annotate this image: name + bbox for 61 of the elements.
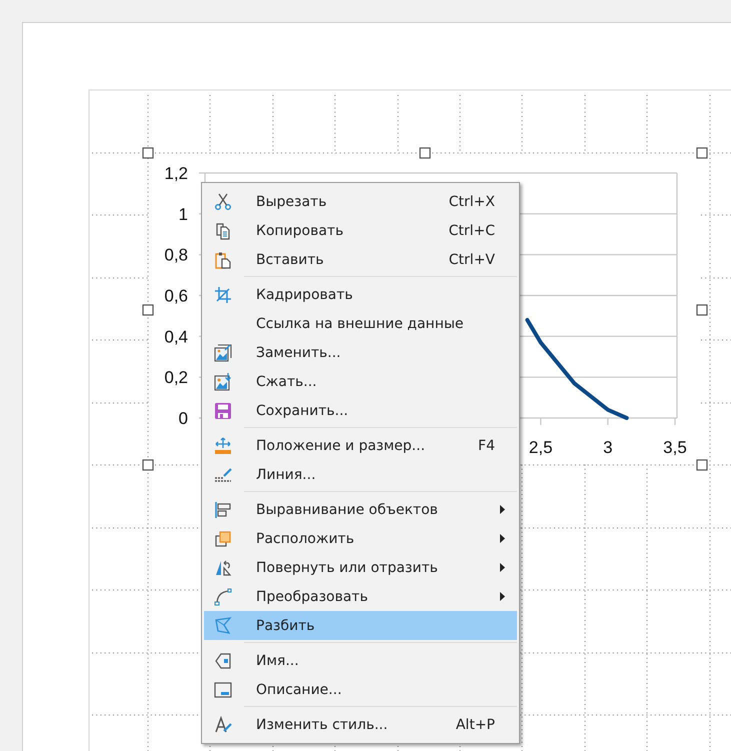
axis-label: 1	[178, 204, 188, 224]
menu-item[interactable]: Копировать Ctrl+C	[204, 216, 517, 245]
axis-label: 3	[603, 438, 613, 457]
selection-handle[interactable]	[142, 147, 154, 159]
frame-icon	[214, 680, 232, 698]
crop-icon	[214, 286, 232, 304]
curve-icon	[214, 588, 232, 606]
menu-item[interactable]: Линия...	[204, 460, 517, 489]
menu-item[interactable]: Кадрировать	[204, 280, 517, 309]
axis-label: 0,8	[164, 246, 188, 265]
shortcut-label: F4	[478, 438, 495, 454]
axis-label: 1,2	[164, 164, 188, 183]
selection-handle[interactable]	[696, 459, 708, 471]
shortcut-label: Alt+P	[456, 716, 495, 732]
axis-label: 0,2	[164, 368, 188, 388]
menu-item[interactable]: Вырезать Ctrl+X	[204, 187, 517, 216]
axis-label: 0,4	[164, 327, 188, 346]
submenu-arrow-icon	[500, 505, 505, 514]
submenu-arrow-icon	[500, 563, 505, 572]
axis-label: 0,6	[164, 286, 188, 306]
move-arrows-icon	[214, 436, 232, 454]
axis-label: 2,5	[528, 438, 553, 457]
selection-handle[interactable]	[696, 147, 708, 159]
polygon-icon	[214, 616, 232, 634]
flip-icon	[214, 558, 232, 576]
axis-label: 3,5	[663, 438, 687, 457]
menu-item[interactable]: Разбить	[204, 611, 517, 640]
menu-item[interactable]: Заменить...	[204, 338, 517, 367]
line-pencil-icon	[214, 466, 232, 484]
menu-item[interactable]: Расположить	[204, 524, 517, 553]
shortcut-label: Ctrl+V	[448, 252, 495, 268]
menu-item[interactable]: Сжать...	[204, 367, 517, 396]
selection-handle[interactable]	[142, 459, 154, 471]
layers-icon	[214, 530, 232, 548]
menu-item[interactable]: Выравнивание объектов	[204, 495, 517, 524]
image-icon	[214, 344, 232, 362]
copy-icon	[214, 222, 232, 240]
shortcut-label: Ctrl+C	[448, 222, 495, 238]
menu-item[interactable]: Вставить Ctrl+V	[204, 245, 517, 274]
menu-item[interactable]: Положение и размер... F4	[204, 431, 517, 460]
selection-handle[interactable]	[419, 147, 431, 159]
menu-item[interactable]: Описание...	[204, 675, 517, 704]
selection-handle[interactable]	[696, 304, 708, 316]
menu-item[interactable]: Повернуть или отразить	[204, 553, 517, 582]
menu-item[interactable]: Преобразовать	[204, 582, 517, 611]
save-icon	[214, 402, 232, 420]
selection-handle[interactable]	[142, 304, 154, 316]
menu-item[interactable]: Ссылка на внешние данные	[204, 309, 517, 338]
submenu-arrow-icon	[500, 592, 505, 601]
submenu-arrow-icon	[500, 534, 505, 543]
axis-label: 0	[178, 409, 188, 428]
scissors-icon	[214, 192, 232, 210]
tag-icon	[214, 652, 232, 670]
image-icon	[214, 372, 232, 390]
align-icon	[214, 500, 232, 518]
menu-item[interactable]: Имя...	[204, 646, 517, 675]
menu-item[interactable]: Сохранить...	[204, 396, 517, 425]
menu-item[interactable]: Изменить стиль... Alt+P	[204, 710, 517, 739]
style-pen-icon	[214, 716, 232, 734]
shortcut-label: Ctrl+X	[448, 194, 495, 210]
paste-icon	[214, 250, 232, 268]
